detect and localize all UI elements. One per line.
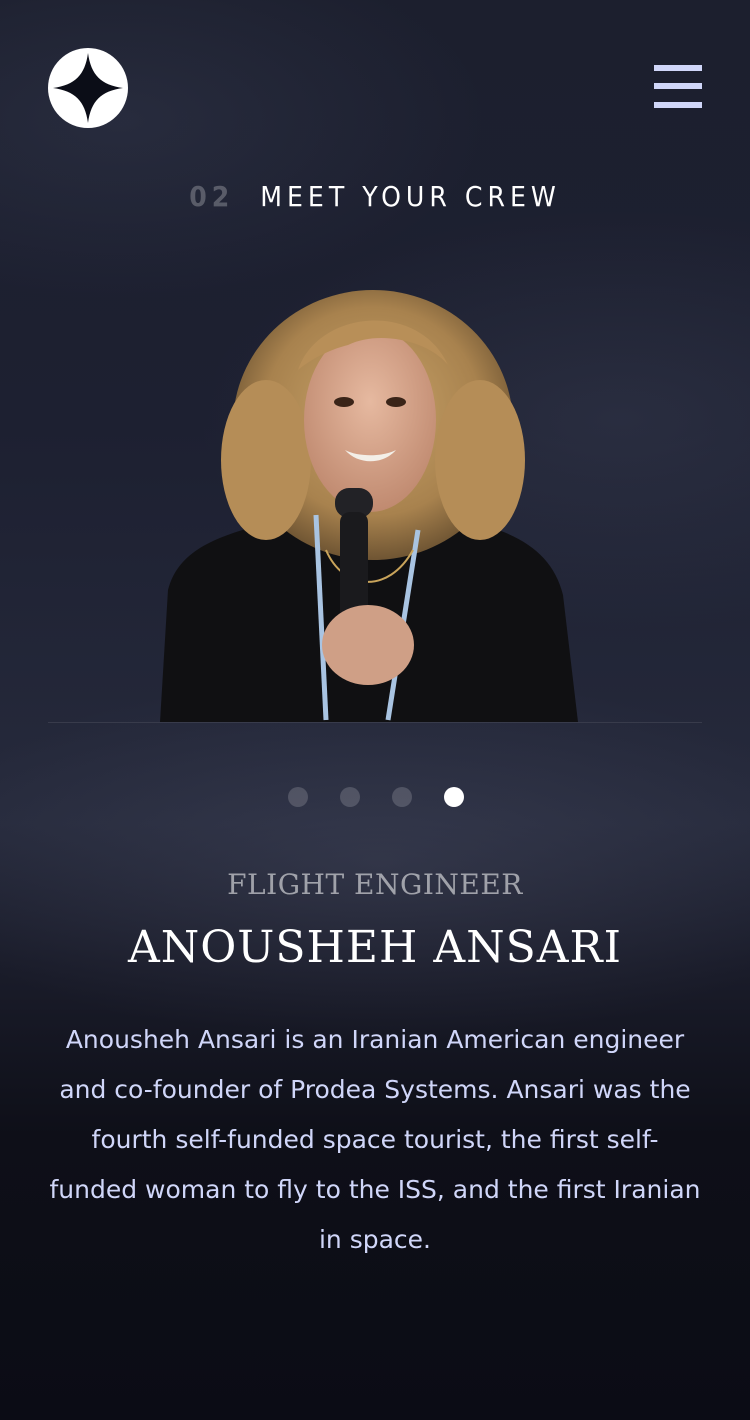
crew-dot-1[interactable] <box>288 787 308 807</box>
four-point-star-icon <box>53 53 123 123</box>
crew-name: Anousheh Ansari <box>127 922 623 973</box>
crew-bio: Anousheh Ansari is an Iranian American e… <box>49 1025 701 1254</box>
crew-dot-2[interactable] <box>340 787 360 807</box>
menu-bar <box>654 102 702 108</box>
page-heading-title: MEET YOUR CREW <box>260 180 561 213</box>
menu-bar <box>654 65 702 71</box>
crew-dot-3[interactable] <box>392 787 412 807</box>
crew-role: Flight Engineer <box>227 868 523 901</box>
crew-dot-4-active[interactable] <box>444 787 464 807</box>
hamburger-menu-icon[interactable] <box>654 65 702 109</box>
crew-portrait-image <box>48 250 702 723</box>
page-heading: 02 MEET YOUR CREW <box>0 178 750 216</box>
menu-bar <box>654 83 702 89</box>
home-logo[interactable] <box>48 48 128 128</box>
crew-pagination <box>287 787 467 809</box>
page-heading-number: 02 <box>189 180 235 213</box>
